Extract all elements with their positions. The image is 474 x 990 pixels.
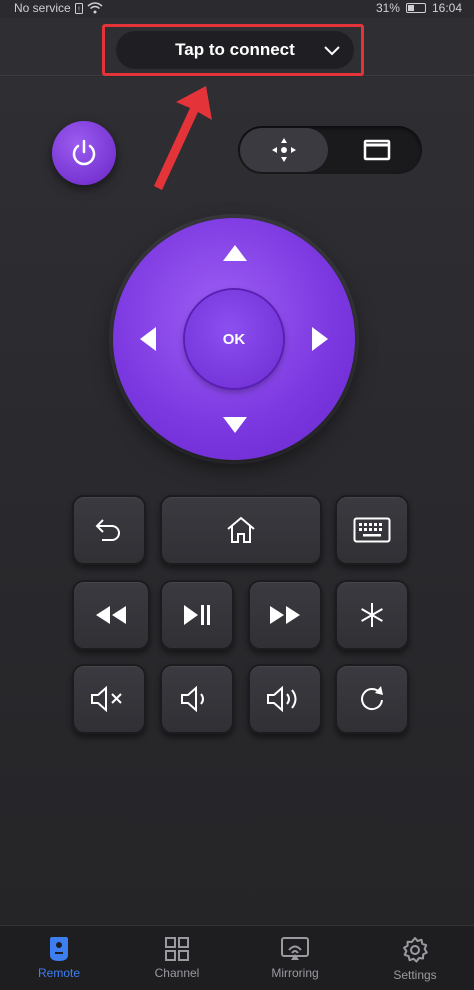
dpad-left-arrow[interactable] — [139, 326, 157, 352]
svg-text:!: ! — [78, 6, 80, 13]
dpad-right-arrow[interactable] — [311, 326, 329, 352]
dpad-move-icon — [272, 138, 296, 162]
dpad-up-arrow[interactable] — [222, 244, 248, 262]
battery-icon — [405, 3, 426, 13]
mode-touchpad-button[interactable] — [334, 128, 420, 172]
volume-up-button[interactable] — [248, 664, 322, 734]
rewind-button[interactable] — [72, 580, 150, 650]
nav-label-remote: Remote — [37, 966, 81, 980]
bottom-nav: Remote Channel Mirroring Settings — [0, 925, 474, 990]
back-icon — [95, 519, 120, 541]
nav-channel[interactable]: Channel — [118, 926, 236, 990]
grid-icon — [165, 937, 189, 961]
fast-forward-icon — [270, 606, 300, 624]
ok-label: OK — [222, 330, 246, 348]
mute-icon — [91, 685, 122, 713]
nav-remote[interactable]: Remote — [0, 926, 118, 990]
replay-button[interactable] — [335, 664, 409, 734]
keyboard-icon — [353, 517, 391, 543]
fast-forward-button[interactable] — [248, 580, 322, 650]
sim-icon: ! — [74, 2, 83, 14]
volume-up-icon — [267, 685, 297, 713]
wifi-icon — [87, 2, 103, 14]
home-icon — [227, 516, 255, 543]
volume-down-icon — [181, 685, 204, 713]
gear-icon — [403, 937, 428, 963]
dpad-down-arrow[interactable] — [222, 416, 248, 434]
power-icon — [72, 139, 96, 166]
nav-label-settings: Settings — [393, 968, 437, 982]
dpad: OK — [113, 218, 355, 460]
status-left: No service ! — [14, 1, 103, 15]
keyboard-button[interactable] — [335, 495, 409, 565]
touchpad-icon — [363, 139, 391, 161]
battery-percent: 31% — [375, 1, 400, 15]
play-pause-button[interactable] — [160, 580, 234, 650]
remote-icon — [50, 937, 68, 961]
power-button[interactable] — [52, 121, 116, 185]
status-right: 31% 16:04 — [376, 1, 462, 15]
nav-mirroring[interactable]: Mirroring — [236, 926, 354, 990]
clock: 16:04 — [431, 1, 462, 15]
nav-label-mirroring: Mirroring — [271, 966, 319, 980]
back-button[interactable] — [72, 495, 146, 565]
highlight-box — [102, 24, 364, 76]
carrier-text: No service — [14, 1, 71, 15]
ok-button[interactable]: OK — [185, 290, 283, 388]
mode-toggle — [238, 126, 422, 174]
mute-button[interactable] — [72, 664, 146, 734]
play-pause-icon — [184, 605, 210, 625]
volume-down-button[interactable] — [160, 664, 234, 734]
asterisk-button[interactable] — [335, 580, 409, 650]
red-arrow-annotation — [154, 86, 212, 190]
home-button[interactable] — [160, 495, 322, 565]
nav-label-channel: Channel — [154, 966, 200, 980]
rewind-icon — [96, 606, 126, 624]
asterisk-icon — [361, 603, 383, 627]
cast-icon — [281, 937, 309, 960]
mode-dpad-button[interactable] — [240, 128, 328, 172]
replay-icon — [361, 686, 383, 711]
status-bar: No service ! 31% 16:04 — [0, 0, 474, 18]
nav-settings[interactable]: Settings — [356, 926, 474, 990]
